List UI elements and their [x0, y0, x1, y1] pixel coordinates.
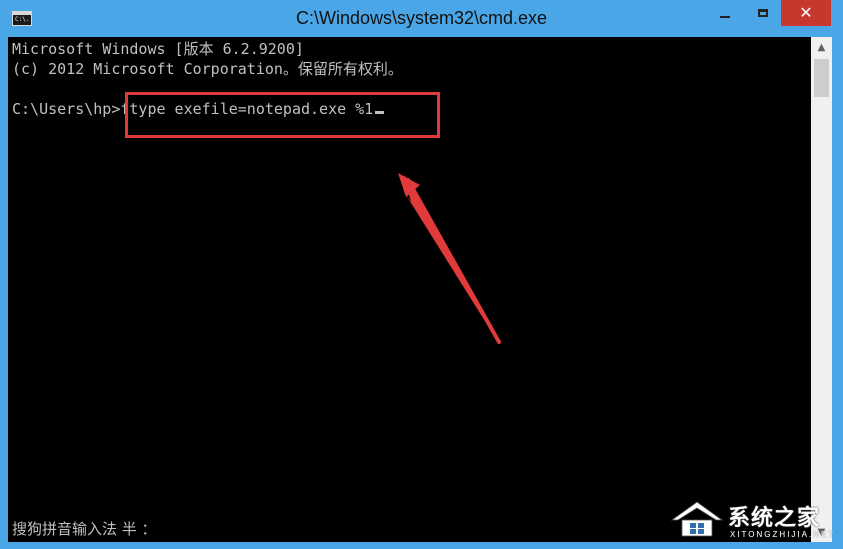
scroll-up-button[interactable]: ▲: [811, 37, 832, 57]
maximize-button[interactable]: [745, 0, 781, 26]
watermark-url: XITONGZHIJIA.NET: [730, 530, 836, 539]
close-icon: ✕: [799, 3, 813, 22]
scroll-thumb[interactable]: [814, 59, 829, 97]
minimize-button[interactable]: [705, 0, 745, 26]
title-bar[interactable]: C:\. C:\Windows\system32\cmd.exe ✕: [0, 0, 843, 36]
close-button[interactable]: ✕: [781, 0, 831, 26]
watermark: 系统之家 XITONGZHIJIA.NET: [668, 492, 838, 544]
console-area[interactable]: Microsoft Windows [版本 6.2.9200] (c) 2012…: [8, 37, 811, 542]
watermark-brand: 系统之家: [728, 506, 821, 531]
annotation-arrow-icon: [398, 173, 501, 344]
vertical-scrollbar[interactable]: ▲ ▼: [811, 37, 832, 542]
scroll-up-icon: ▲: [817, 41, 826, 53]
maximize-icon: [758, 9, 768, 17]
cmd-window: C:\. C:\Windows\system32\cmd.exe ✕ Micro…: [0, 0, 843, 549]
minimize-icon: [720, 16, 730, 18]
ime-status-bar: 搜狗拼音输入法 半 ：: [12, 520, 157, 538]
house-logo-icon: [670, 501, 724, 537]
